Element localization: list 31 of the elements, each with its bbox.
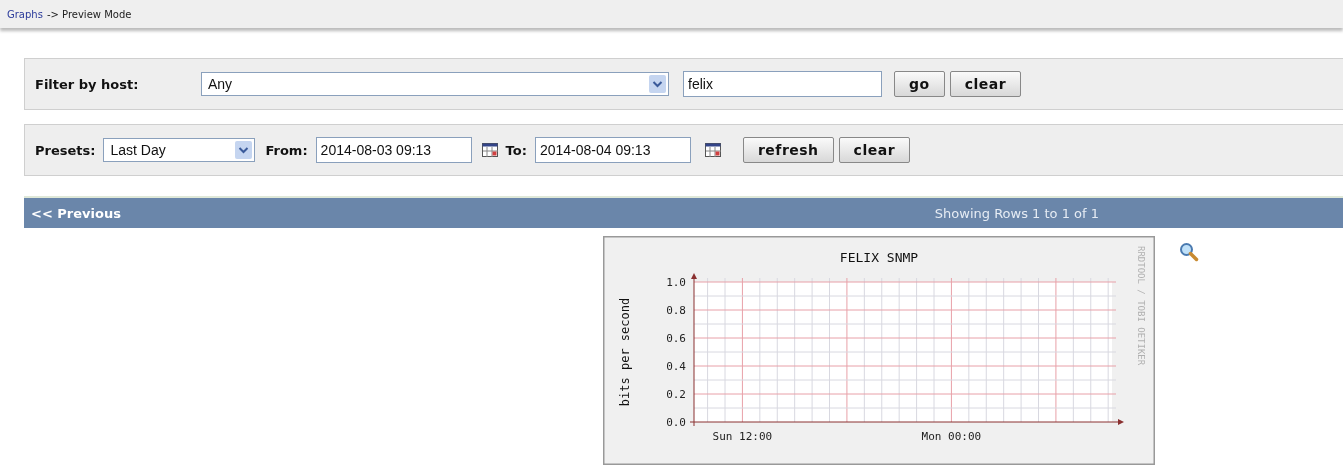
tick-label: 0.8: [666, 304, 686, 317]
credit-text: RRDTOOL / TOBI OETIKER: [1136, 246, 1146, 366]
clear-button[interactable]: clear: [838, 137, 911, 163]
go-button[interactable]: go: [894, 71, 945, 97]
previous-link[interactable]: << Previous: [31, 205, 121, 221]
refresh-button[interactable]: refresh: [742, 137, 834, 163]
calendar-icon[interactable]: [481, 143, 498, 157]
tick-label: 0.2: [666, 388, 686, 401]
rows-status: Showing Rows 1 to 1 of 1: [934, 205, 1099, 221]
presets-label: Presets:: [35, 142, 96, 158]
preset-select[interactable]: Last Day: [103, 138, 256, 162]
to-date-field[interactable]: 2014-08-04 09:13: [534, 137, 691, 163]
breadcrumb-text: -> Preview Mode: [46, 8, 132, 20]
tick-label: 0.0: [666, 416, 686, 429]
host-select[interactable]: Any: [201, 72, 669, 96]
tick-label: Sun 12:00: [712, 430, 773, 443]
host-search-field[interactable]: felix: [683, 71, 882, 97]
zoom-icon[interactable]: [1179, 242, 1199, 262]
filter-label: Filter by host:: [35, 76, 140, 92]
from-label: From:: [265, 142, 308, 158]
tick-label: 0.6: [666, 332, 686, 345]
clear-button[interactable]: clear: [949, 71, 1022, 97]
calendar-icon[interactable]: [704, 143, 721, 157]
to-label: To:: [505, 142, 527, 158]
from-date-field[interactable]: 2014-08-03 09:13: [315, 137, 472, 163]
tick-label: Mon 00:00: [921, 430, 982, 443]
tick-label: 0.4: [666, 360, 686, 373]
chart-title: FELIX SNMP: [839, 250, 919, 265]
axis-title: bits per second: [618, 297, 632, 407]
graphs-link[interactable]: Graphs: [7, 8, 43, 20]
tick-label: 1.0: [666, 276, 686, 289]
